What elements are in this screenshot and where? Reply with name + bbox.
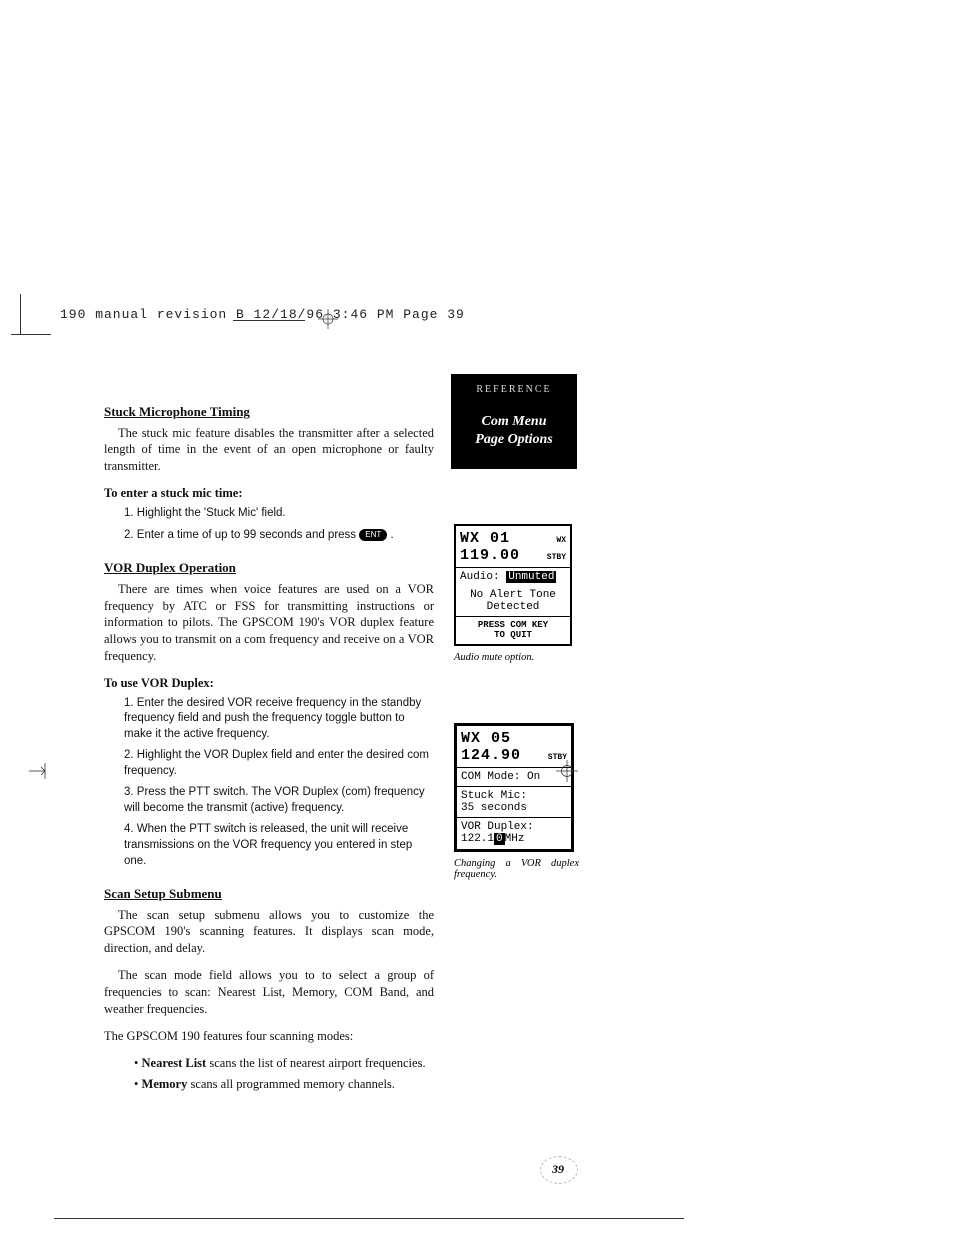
arrow-right-icon (29, 763, 49, 779)
screen-cursor-digit: 0 (494, 833, 505, 845)
page-number: 39 (552, 1162, 564, 1177)
screen-value-part: 122.1 (461, 833, 494, 845)
screen-value-unit: MHz (505, 833, 525, 845)
step-3: 3. Press the PTT switch. The VOR Duplex … (124, 785, 434, 816)
registration-mark-icon (318, 309, 338, 329)
crop-mark (54, 1218, 684, 1219)
screen-stby-indicator: STBY (547, 553, 566, 562)
screen-vorduplex-label: VOR Duplex: (461, 821, 567, 833)
main-text-column: Stuck Microphone Timing The stuck mic fe… (104, 395, 434, 1096)
step-text: . (387, 529, 393, 541)
list-item: • Memory scans all programmed memory cha… (134, 1076, 434, 1093)
device-screen-fig2: WX 05 124.90 STBY COM Mode: On Stuck Mic… (454, 723, 574, 852)
paragraph: The scan setup submenu allows you to cus… (104, 907, 434, 958)
paragraph: The GPSCOM 190 features four scanning mo… (104, 1028, 434, 1045)
screen-hint: TO QUIT (460, 630, 566, 640)
registration-mark-icon (556, 760, 578, 782)
reference-label: REFERENCE (455, 384, 573, 395)
reference-column: REFERENCE Com Menu Page Options WX 01 WX… (451, 374, 671, 940)
paragraph: The scan mode field allows you to to sel… (104, 967, 434, 1018)
screen-status-line: No Alert Tone (460, 589, 566, 601)
heading-vor-duplex: VOR Duplex Operation (104, 559, 434, 577)
step-2: 2. Enter a time of up to 99 seconds and … (124, 528, 434, 544)
screen-selected-value: Unmuted (506, 571, 556, 583)
screen-commode-row: COM Mode: On (461, 771, 567, 783)
paragraph: The stuck mic feature disables the trans… (104, 425, 434, 476)
step-4: 4. When the PTT switch is released, the … (124, 822, 434, 869)
screen-stuckmic-value: 35 seconds (461, 802, 567, 814)
screen-mode-indicator: WX (556, 536, 566, 545)
screen-label: Audio: (460, 571, 506, 583)
subheading: To enter a stuck mic time: (104, 485, 434, 502)
reference-box: REFERENCE Com Menu Page Options (451, 374, 577, 469)
page: 190 manual revision B 12/18/96 3:46 PM P… (0, 0, 954, 1235)
list-item: • Nearest List scans the list of nearest… (134, 1055, 434, 1072)
reference-title-line2: Page Options (455, 431, 573, 449)
screen-vorduplex-value: 122.10MHz (461, 833, 567, 845)
bullet-text: scans the list of nearest airport freque… (206, 1056, 425, 1070)
screen-frequency: 124.90 (461, 747, 521, 764)
subheading: To use VOR Duplex: (104, 675, 434, 692)
header-rule (233, 320, 305, 321)
reference-title-line1: Com Menu (455, 413, 573, 431)
crop-mark (20, 294, 61, 334)
screen-status-line: Detected (460, 601, 566, 613)
screen-audio-row: Audio: Unmuted (460, 571, 566, 583)
device-screen-fig1: WX 01 WX 119.00 STBY Audio: Unmuted No A… (454, 524, 572, 646)
heading-stuck-mic: Stuck Microphone Timing (104, 403, 434, 421)
ent-button-icon: ENT (359, 529, 387, 541)
step-1: 1. Enter the desired VOR receive frequen… (124, 696, 434, 743)
screen-channel: WX 01 (460, 530, 510, 547)
bullet-text: scans all programmed memory channels. (187, 1077, 395, 1091)
screen-channel: WX 05 (461, 730, 567, 747)
step-1: 1. Highlight the 'Stuck Mic' field. (124, 506, 434, 522)
screen-hint: PRESS COM KEY (460, 620, 566, 630)
bullet-term: Nearest List (142, 1056, 207, 1070)
paragraph: There are times when voice features are … (104, 581, 434, 665)
step-2: 2. Highlight the VOR Duplex field and en… (124, 748, 434, 779)
screen-frequency: 119.00 (460, 547, 520, 564)
step-text: 2. Enter a time of up to 99 seconds and … (124, 529, 359, 541)
bullet-term: Memory (142, 1077, 188, 1091)
screen-stuckmic-label: Stuck Mic: (461, 790, 567, 802)
heading-scan-setup: Scan Setup Submenu (104, 885, 434, 903)
figure-caption: Audio mute option. (454, 652, 579, 663)
figure-caption: Changing a VOR duplex frequency. (454, 858, 579, 880)
